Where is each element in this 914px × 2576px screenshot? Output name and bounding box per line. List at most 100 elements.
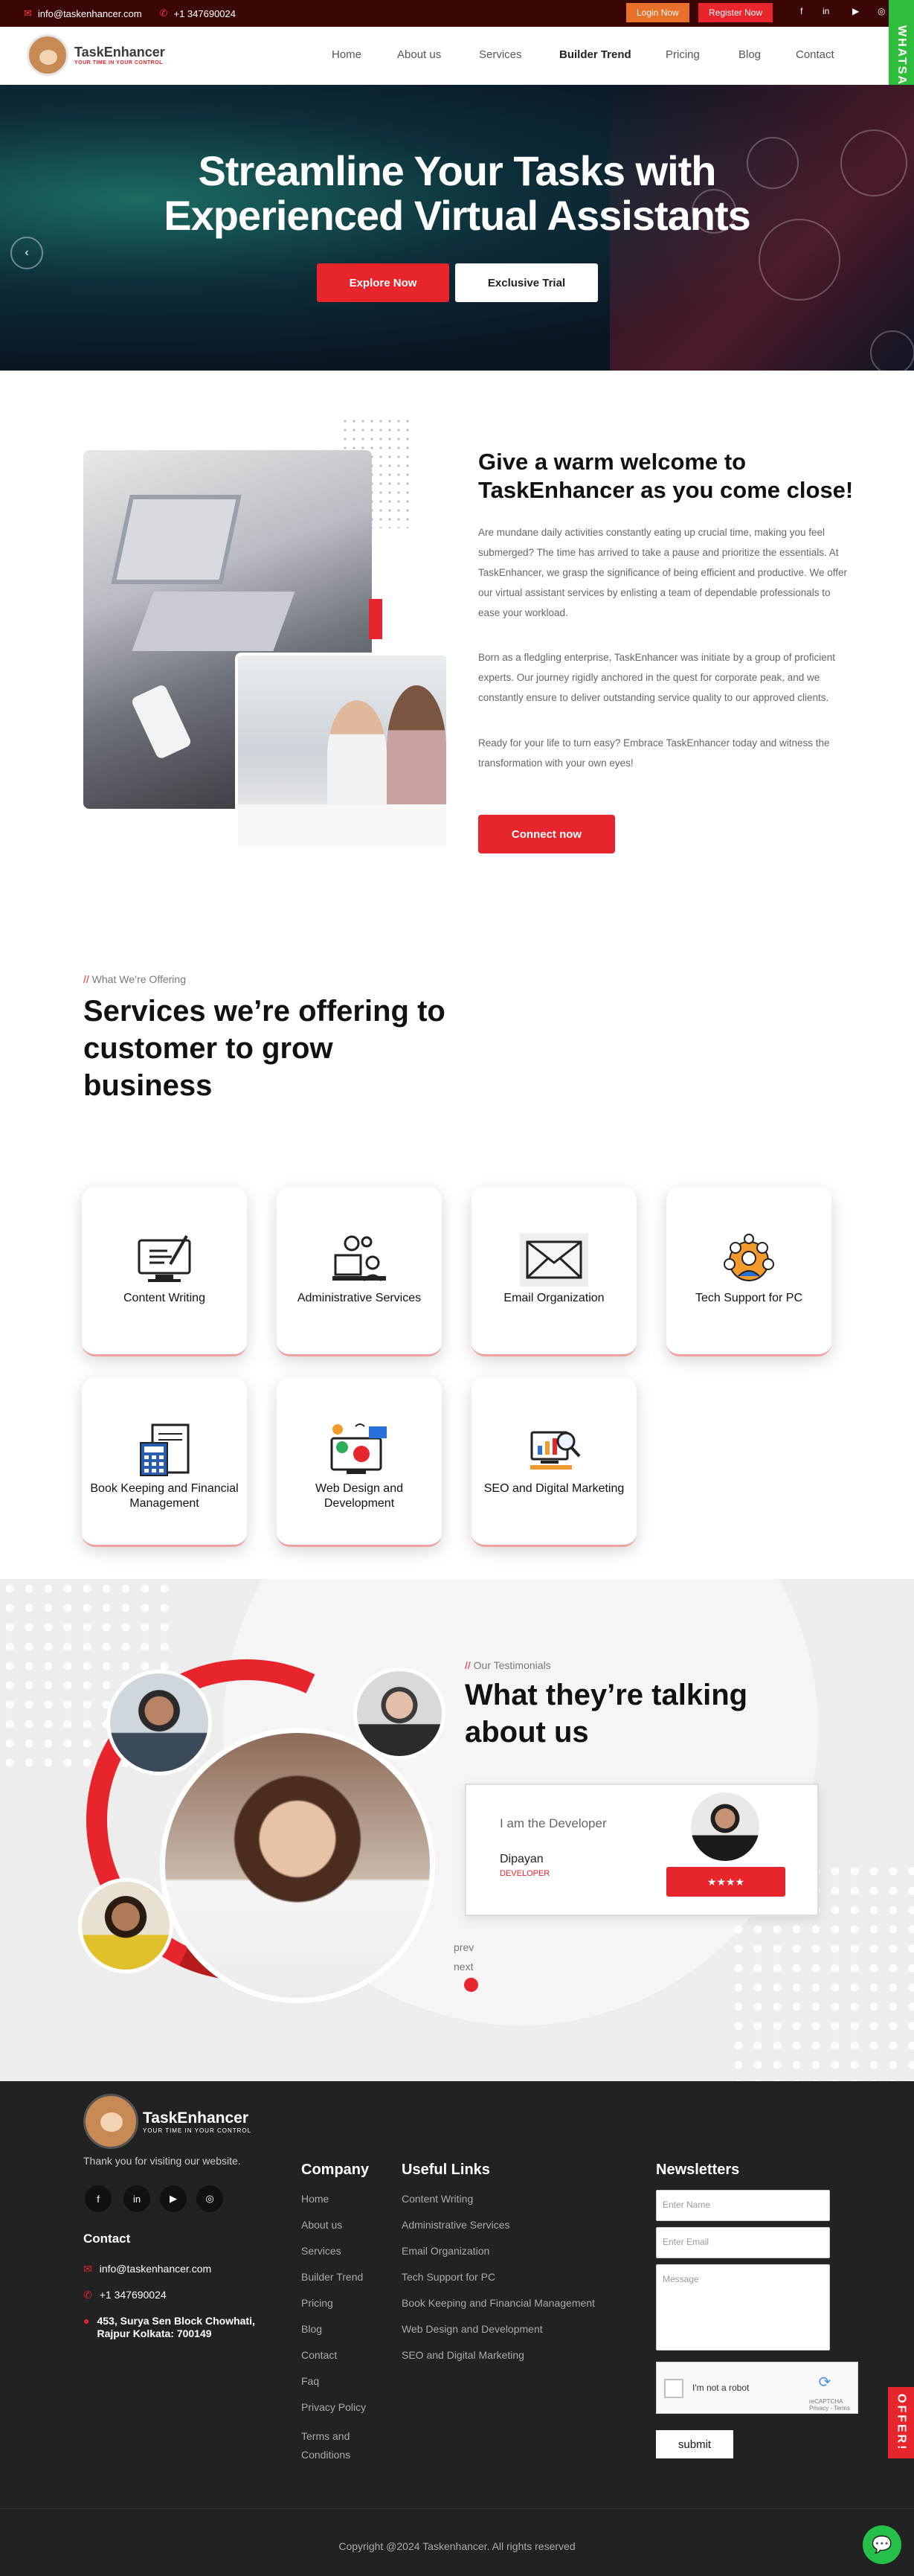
footer-link[interactable]: Content Writing (402, 2193, 473, 2205)
logo-mascot-icon (27, 34, 68, 76)
web-design-icon (325, 1423, 393, 1477)
hero-title: Streamline Your Tasks with Experienced Vi… (164, 147, 751, 239)
explore-now-button[interactable]: Explore Now (317, 263, 449, 302)
nav-about[interactable]: About us (397, 48, 441, 61)
testimonial-main-photo (160, 1728, 435, 2003)
testimonial-next-link[interactable]: next (454, 1961, 473, 1973)
mail-icon: ✉ (83, 2263, 92, 2275)
youtube-icon[interactable]: ▶ (160, 2185, 187, 2212)
about-paragraph: Ready for your life to turn easy? Embrac… (478, 737, 830, 769)
slider-prev-arrow-icon[interactable]: ‹ (10, 237, 43, 269)
offer-tab[interactable]: OFFER! (888, 2387, 914, 2458)
footer-link[interactable]: Email Organization (402, 2245, 489, 2257)
slider-dot[interactable] (464, 1978, 478, 1992)
tech-support-icon (715, 1233, 783, 1287)
brand-logo[interactable]: TaskEnhancer YOUR TIME IN YOUR CONTROL (27, 34, 165, 76)
service-card[interactable]: Administrative Services (277, 1187, 442, 1356)
register-button[interactable]: Register Now (698, 3, 773, 22)
newsletter-message-textarea[interactable]: Message (656, 2264, 830, 2351)
testimonial-card: I am the Developer Dipayan DEVELOPER ★★★… (465, 1784, 819, 1916)
footer-link[interactable]: About us (301, 2219, 342, 2231)
footer-link[interactable]: Faq (301, 2375, 319, 2387)
footer-logo[interactable]: TaskEnhancer YOUR TIME IN YOUR CONTROL (83, 2094, 251, 2149)
footer-link[interactable]: Home (301, 2193, 329, 2205)
linkedin-icon[interactable]: in (123, 2185, 150, 2212)
instagram-icon[interactable]: ◎ (878, 6, 885, 16)
newsletter-email-input[interactable]: Enter Email (656, 2227, 830, 2258)
team-meeting-photo (235, 653, 449, 849)
recaptcha-logo-icon: ⟳ (818, 2374, 831, 2391)
nav-pricing[interactable]: Pricing (666, 48, 700, 61)
decorative-red-bar (369, 599, 382, 639)
footer-company-heading: Company (301, 2162, 370, 2178)
nav-blog[interactable]: Blog (738, 48, 761, 61)
footer-link[interactable]: Pricing (301, 2297, 333, 2309)
email-icon (520, 1233, 588, 1287)
chat-bubble-icon[interactable]: 💬 (863, 2525, 901, 2564)
newsletter-submit-button[interactable]: submit (656, 2430, 733, 2458)
nav-contact[interactable]: Contact (796, 48, 834, 61)
topbar-email[interactable]: ✉ info@taskenhancer.com (24, 7, 142, 19)
footer-divider (0, 2508, 914, 2509)
footer-email[interactable]: ✉ info@taskenhancer.com (83, 2263, 211, 2275)
testimonials-kicker: // Our Testimonials (465, 1659, 551, 1671)
linkedin-icon[interactable]: in (823, 6, 829, 16)
top-bar: ✉ info@taskenhancer.com ✆ +1 347690024 Log… (0, 0, 914, 27)
instagram-icon[interactable]: ◎ (196, 2185, 223, 2212)
bookkeeping-icon (130, 1423, 199, 1477)
footer-link[interactable]: Tech Support for PC (402, 2271, 495, 2283)
service-card[interactable]: Content Writing (82, 1187, 247, 1356)
testimonials-section: // Our Testimonials What they’re talking… (0, 1579, 914, 2081)
footer-link[interactable]: Privacy Policy (301, 2401, 366, 2413)
copyright: Copyright @2024 Taskenhancer. All rights… (338, 2540, 576, 2552)
testimonial-avatar (691, 1792, 759, 1861)
footer-thanks: Thank you for visiting our website. (83, 2155, 241, 2167)
footer-link[interactable]: Administrative Services (402, 2219, 510, 2231)
recaptcha-checkbox[interactable] (664, 2379, 683, 2398)
mail-icon: ✉ (24, 7, 32, 19)
service-card[interactable]: Email Organization (472, 1187, 637, 1356)
administrative-services-icon (325, 1233, 393, 1287)
content-writing-icon (130, 1233, 199, 1287)
footer-link[interactable]: Services (301, 2245, 341, 2257)
footer-phone[interactable]: ✆ +1 347690024 (83, 2289, 167, 2301)
footer-link[interactable]: Contact (301, 2349, 337, 2361)
footer-newsletter-heading: Newsletters (656, 2162, 740, 2178)
nav-services[interactable]: Services (479, 48, 522, 61)
nav-builder-trend[interactable]: Builder Trend (559, 48, 631, 61)
phone-icon: ✆ (159, 7, 168, 19)
footer-link[interactable]: Terms and Conditions (301, 2427, 368, 2464)
newsletter-name-input[interactable]: Enter Name (656, 2190, 830, 2221)
exclusive-trial-button[interactable]: Exclusive Trial (455, 263, 598, 302)
footer-link[interactable]: Book Keeping and Financial Management (402, 2297, 595, 2309)
footer-link[interactable]: SEO and Digital Marketing (402, 2349, 524, 2361)
footer-useful-heading: Useful Links (402, 2162, 490, 2178)
service-card[interactable]: Book Keeping and Financial Management (82, 1377, 247, 1547)
service-card-label: Book Keeping and Financial Management (90, 1482, 239, 1510)
footer-link[interactable]: Blog (301, 2323, 322, 2335)
about-paragraph: Are mundane daily activities constantly … (478, 527, 848, 618)
footer-link[interactable]: Builder Trend (301, 2271, 363, 2283)
testimonial-name: Dipayan (500, 1853, 544, 1865)
topbar-phone[interactable]: ✆ +1 347690024 (160, 7, 236, 19)
login-button[interactable]: Login Now (626, 3, 689, 22)
rating-stars: ★★★★ (666, 1867, 785, 1897)
service-card[interactable]: SEO and Digital Marketing (472, 1377, 637, 1547)
recaptcha-widget: I'm not a robot ⟳ reCAPTCHA Privacy - Te… (656, 2362, 858, 2414)
seo-icon (520, 1423, 588, 1477)
phone-icon: ✆ (83, 2289, 92, 2301)
location-pin-icon: ● (83, 2315, 90, 2327)
service-card-label: Web Design and Development (315, 1482, 403, 1510)
youtube-icon[interactable]: ▶ (852, 6, 859, 16)
hero-banner: ‹ Streamline Your Tasks with Experienced … (0, 85, 914, 371)
footer-link[interactable]: Web Design and Development (402, 2323, 543, 2335)
client-avatar (353, 1667, 445, 1760)
about-paragraph: Born as a fledgling enterprise, TaskEnha… (478, 652, 836, 703)
service-card[interactable]: Web Design and Development (277, 1377, 442, 1547)
connect-now-button[interactable]: Connect now (478, 815, 615, 853)
nav-home[interactable]: Home (332, 48, 361, 61)
service-card[interactable]: Tech Support for PC (666, 1187, 831, 1356)
facebook-icon[interactable]: f (85, 2185, 112, 2212)
facebook-icon[interactable]: f (800, 6, 802, 16)
testimonial-prev-link[interactable]: prev (454, 1941, 474, 1953)
